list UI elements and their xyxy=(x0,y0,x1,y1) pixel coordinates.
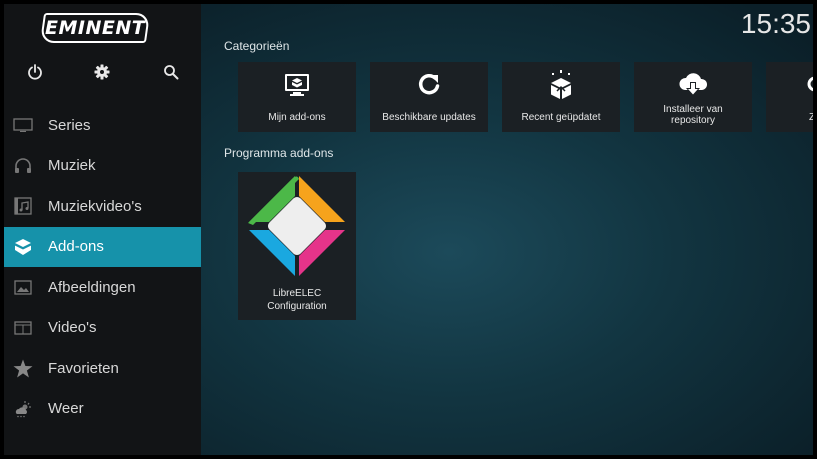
brand-logo: EMINENT xyxy=(39,13,151,43)
sidebar: EMINENT Series Muziek Muziekvideo's Add-… xyxy=(4,4,201,455)
brand-logo-text: EMINENT xyxy=(44,17,146,39)
sidebar-item-favorieten[interactable]: Favorieten xyxy=(4,348,201,389)
sidebar-item-muziekvideos[interactable]: Muziekvideo's xyxy=(4,186,201,227)
tile-zoeken[interactable]: Zo xyxy=(766,62,813,132)
sidebar-item-weer[interactable]: Weer xyxy=(4,389,201,430)
box-sparkle-icon xyxy=(502,70,620,100)
tv-icon xyxy=(13,115,33,135)
tile-beschikbare-updates[interactable]: Beschikbare updates xyxy=(370,62,488,132)
tile-label: Beschikbare updates xyxy=(382,112,476,123)
cloud-download-icon xyxy=(634,70,752,100)
kodi-window: EMINENT Series Muziek Muziekvideo's Add-… xyxy=(4,4,813,455)
sidebar-item-label: Series xyxy=(48,116,91,134)
top-icon-bar xyxy=(4,61,201,85)
tile-label: Mijn add-ons xyxy=(268,112,326,123)
sidebar-item-label: Muziek xyxy=(48,157,96,175)
music-video-icon xyxy=(13,196,33,216)
sidebar-item-series[interactable]: Series xyxy=(4,105,201,146)
sidebar-item-label: Muziekvideo's xyxy=(48,197,142,215)
headphones-icon xyxy=(13,156,33,176)
sidebar-item-addons[interactable]: Add-ons xyxy=(4,226,201,267)
tile-label-line: Configuration xyxy=(267,301,327,312)
tile-recent-geupdatet[interactable]: Recent geüpdatet xyxy=(502,62,620,132)
sidebar-item-afbeeldingen[interactable]: Afbeeldingen xyxy=(4,267,201,308)
sidebar-item-label: Video's xyxy=(48,319,97,337)
tile-label: LibreELEC Configuration xyxy=(240,287,354,313)
refresh-icon xyxy=(370,70,488,100)
star-icon xyxy=(13,358,33,378)
tile-label: Installeer van repository xyxy=(636,104,750,126)
sidebar-item-label: Weer xyxy=(48,400,84,418)
sidebar-item-label: Add-ons xyxy=(48,238,104,256)
addon-libreelec-configuration[interactable]: LibreELEC Configuration xyxy=(238,172,356,320)
search-icon xyxy=(766,70,813,100)
picture-icon xyxy=(13,277,33,297)
sidebar-item-label: Afbeeldingen xyxy=(48,278,136,296)
tile-label-line: Installeer van xyxy=(663,104,723,115)
main-menu: Series Muziek Muziekvideo's Add-ons Afbe… xyxy=(4,105,201,429)
libreelec-logo-icon xyxy=(248,176,345,276)
sidebar-item-label: Favorieten xyxy=(48,359,119,377)
addon-box-icon xyxy=(13,237,33,257)
section-title-program-addons: Programma add-ons xyxy=(224,146,334,160)
settings-gear-icon[interactable] xyxy=(91,61,113,83)
tile-label-line: repository xyxy=(671,115,715,126)
section-title-categories: Categorieën xyxy=(224,39,290,53)
monitor-box-icon xyxy=(238,70,356,100)
sidebar-item-videos[interactable]: Video's xyxy=(4,308,201,349)
power-icon[interactable] xyxy=(24,61,46,83)
search-icon[interactable] xyxy=(160,61,182,83)
tile-mijn-addons[interactable]: Mijn add-ons xyxy=(238,62,356,132)
weather-icon xyxy=(13,399,33,419)
tile-installeer-van-repository[interactable]: Installeer van repository xyxy=(634,62,752,132)
film-icon xyxy=(13,318,33,338)
sidebar-item-muziek[interactable]: Muziek xyxy=(4,146,201,187)
tile-label-line: LibreELEC xyxy=(272,288,322,299)
clock: 15:35 xyxy=(740,8,811,39)
tile-label: Recent geüpdatet xyxy=(521,112,601,123)
tile-label: Zo xyxy=(809,112,813,123)
